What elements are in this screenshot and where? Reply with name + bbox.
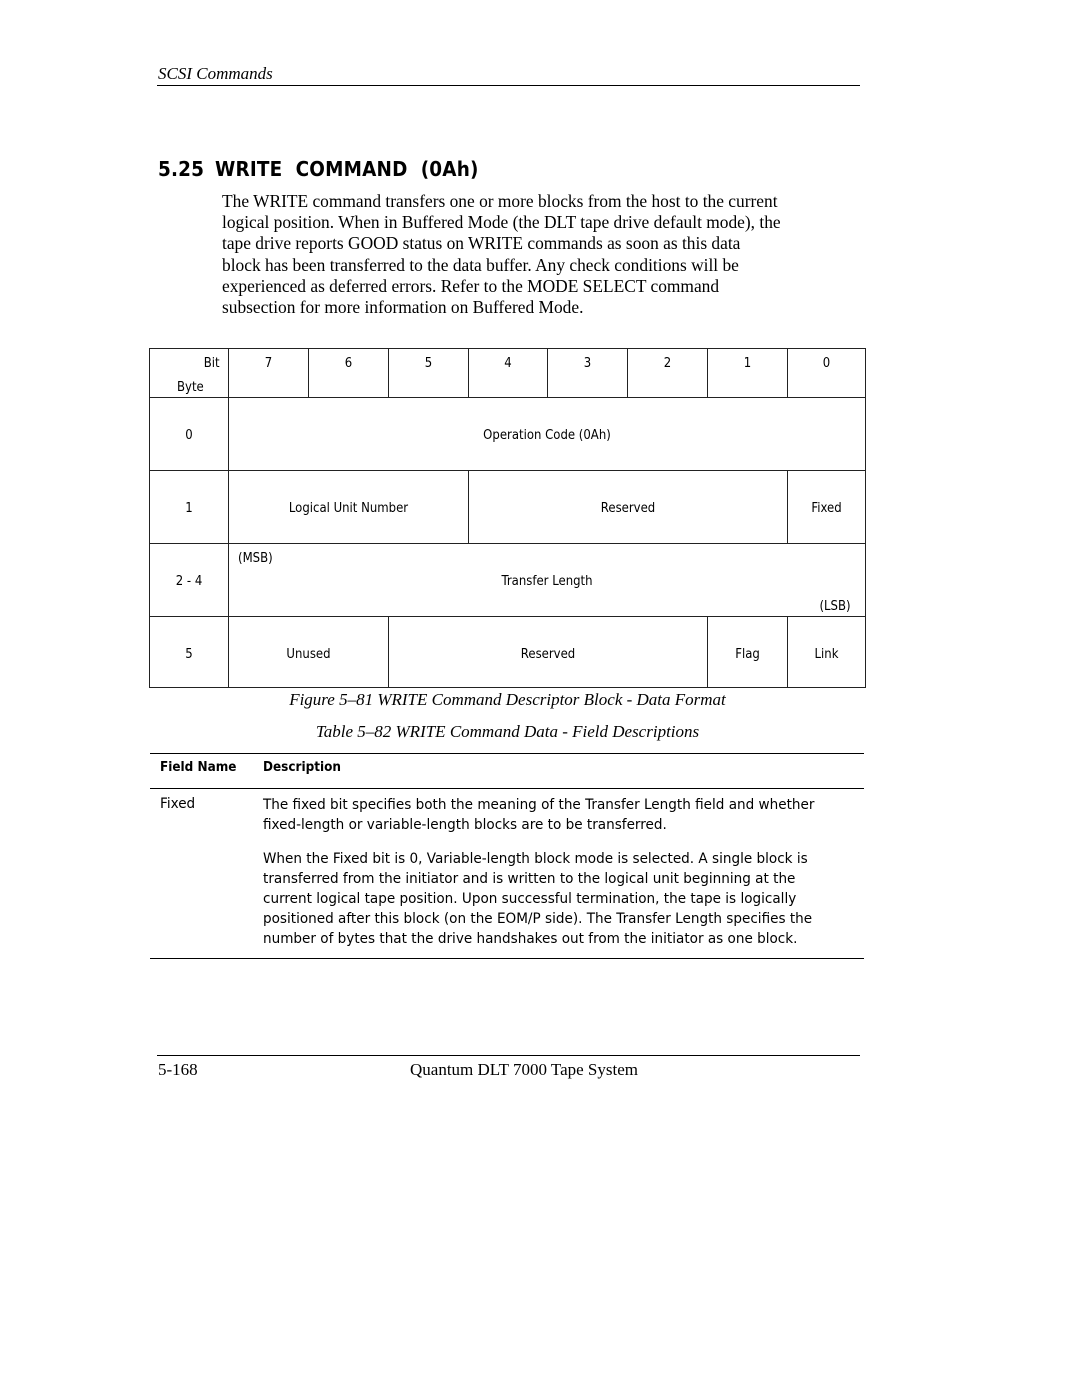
field-label: Flag bbox=[735, 647, 760, 662]
description-line: When the Fixed bit is 0, Variable-length… bbox=[263, 850, 808, 867]
intro-line: block has been transferred to the data b… bbox=[222, 254, 739, 275]
bit-number: 7 bbox=[264, 356, 273, 371]
byte-cell: 0 bbox=[149, 397, 229, 471]
column-header-field-name: Field Name bbox=[160, 760, 237, 775]
table-top-rule bbox=[150, 753, 864, 754]
byte-number: 1 bbox=[185, 501, 193, 516]
byte-number: 0 bbox=[185, 428, 193, 443]
header-rule bbox=[157, 85, 860, 86]
bit-header-0: 0 bbox=[787, 348, 866, 398]
description-line: The fixed bit specifies both the meaning… bbox=[263, 796, 815, 813]
byte-number: 5 bbox=[185, 647, 193, 662]
column-header-description: Description bbox=[263, 760, 341, 775]
book-title: Quantum DLT 7000 Tape System bbox=[410, 1060, 638, 1079]
description-line: number of bytes that the drive handshake… bbox=[263, 930, 798, 947]
bit-header-1: 1 bbox=[707, 348, 788, 398]
field-reserved: Reserved bbox=[468, 470, 788, 544]
field-label: Reserved bbox=[600, 501, 656, 516]
field-unused: Unused bbox=[228, 616, 389, 688]
field-transfer-length: (MSB) Transfer Length (LSB) bbox=[228, 543, 866, 617]
field-label: Unused bbox=[286, 647, 331, 662]
field-label: Reserved bbox=[520, 647, 576, 662]
cdb-table: Bit Byte 7 6 5 4 3 2 1 0 0 Operation Cod… bbox=[149, 348, 866, 688]
msb-label: (MSB) bbox=[238, 551, 273, 566]
byte-cell: 2 - 4 bbox=[149, 543, 229, 617]
description-paragraph: The fixed bit specifies both the meaning… bbox=[263, 795, 863, 835]
bit-header-6: 6 bbox=[308, 348, 389, 398]
bit-number: 3 bbox=[583, 356, 592, 371]
section-title: 5.25 WRITE COMMAND (0Ah) bbox=[158, 157, 479, 181]
field-link: Link bbox=[787, 616, 866, 688]
field-flag: Flag bbox=[707, 616, 788, 688]
bit-header-5: 5 bbox=[388, 348, 469, 398]
table-bottom-rule bbox=[150, 958, 864, 959]
field-reserved: Reserved bbox=[388, 616, 708, 688]
description-line: fixed-length or variable-length blocks a… bbox=[263, 816, 667, 833]
bit-header-2: 2 bbox=[627, 348, 708, 398]
field-name-cell: Fixed bbox=[160, 795, 196, 812]
intro-line: logical position. When in Buffered Mode … bbox=[222, 212, 781, 233]
byte-label: Byte bbox=[177, 380, 204, 395]
bit-header-3: 3 bbox=[547, 348, 628, 398]
bit-label: Bit bbox=[204, 356, 220, 371]
description-line: current logical tape position. Upon succ… bbox=[263, 890, 797, 907]
bit-number: 1 bbox=[743, 356, 752, 371]
field-label: Fixed bbox=[811, 501, 842, 516]
footer-rule bbox=[157, 1055, 860, 1056]
byte-number: 2 - 4 bbox=[175, 574, 203, 589]
field-label: Link bbox=[814, 647, 839, 662]
intro-line: subsection for more information on Buffe… bbox=[222, 297, 584, 318]
field-logical-unit-number: Logical Unit Number bbox=[228, 470, 469, 544]
field-label: Logical Unit Number bbox=[288, 501, 409, 516]
intro-line: experienced as deferred errors. Refer to… bbox=[222, 275, 720, 296]
bit-header-7: 7 bbox=[228, 348, 309, 398]
description-paragraph: When the Fixed bit is 0, Variable-length… bbox=[263, 849, 863, 949]
bit-number: 2 bbox=[663, 356, 672, 371]
section-title-text: WRITE COMMAND (0Ah) bbox=[215, 157, 479, 181]
byte-cell: 1 bbox=[149, 470, 229, 544]
table-caption: Table 5–82 WRITE Command Data - Field De… bbox=[315, 722, 700, 741]
intro-line: tape drive reports GOOD status on WRITE … bbox=[222, 233, 741, 254]
intro-paragraph: The WRITE command transfers one or more … bbox=[222, 191, 862, 318]
field-operation-code: Operation Code (0Ah) bbox=[228, 397, 866, 471]
description-line: transferred from the initiator and is wr… bbox=[263, 870, 796, 887]
bit-header-4: 4 bbox=[468, 348, 548, 398]
bit-number: 4 bbox=[504, 356, 512, 371]
lsb-label: (LSB) bbox=[819, 599, 851, 614]
figure-caption: Figure 5–81 WRITE Command Descriptor Blo… bbox=[289, 690, 726, 709]
section-number: 5.25 bbox=[158, 157, 205, 181]
running-head: SCSI Commands bbox=[158, 64, 273, 83]
bit-number: 5 bbox=[424, 356, 433, 371]
intro-line: The WRITE command transfers one or more … bbox=[222, 191, 778, 211]
bit-number: 6 bbox=[344, 356, 353, 371]
header-bottom-rule bbox=[150, 788, 864, 789]
field-label: Transfer Length bbox=[501, 574, 593, 589]
field-fixed: Fixed bbox=[787, 470, 866, 544]
byte-cell: 5 bbox=[149, 616, 229, 688]
bit-byte-header-cell: Bit Byte bbox=[149, 348, 229, 398]
bit-number: 0 bbox=[822, 356, 831, 371]
field-label: Operation Code (0Ah) bbox=[483, 428, 611, 443]
page-number: 5-168 bbox=[158, 1060, 198, 1079]
description-line: positioned after this block (on the EOM/… bbox=[263, 910, 813, 927]
